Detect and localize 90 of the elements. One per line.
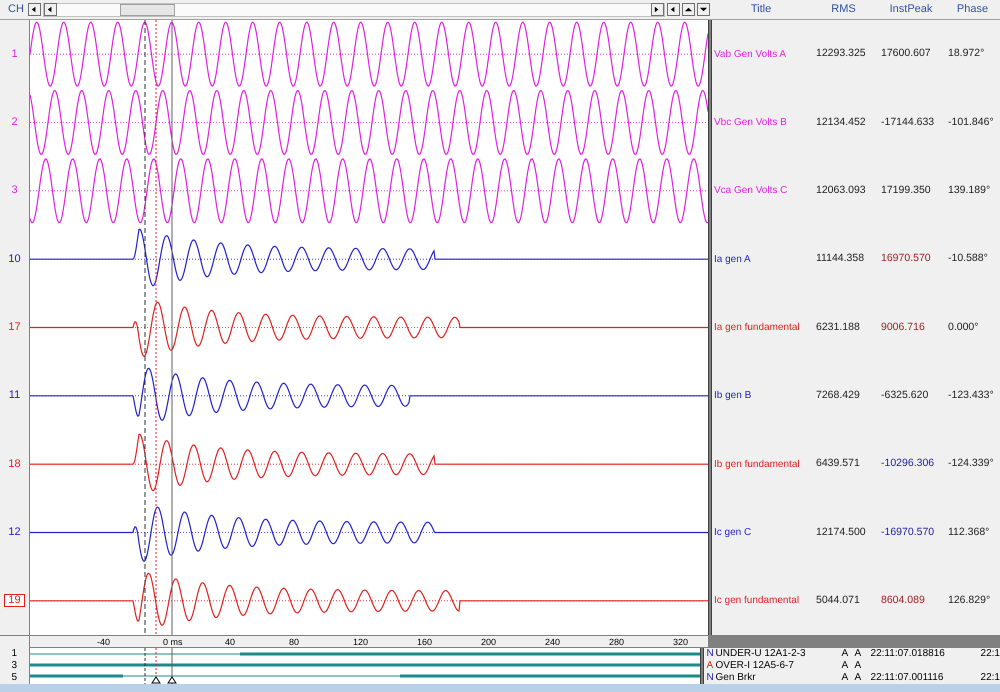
axis-label: 120 [353,636,368,648]
scroll-left-button[interactable] [667,3,680,16]
axis-label: 200 [481,636,496,648]
scroll-right-button[interactable] [651,3,664,16]
channel-title: Vab Gen Volts A [713,48,788,62]
rms-value: 12293.325 [815,46,867,62]
state-value: A [842,649,850,659]
channel-number[interactable]: 18 [8,458,21,470]
scrollbar-thumb[interactable] [120,4,175,16]
channel-number[interactable]: 12 [8,526,21,538]
flag-label: N [706,673,715,683]
peak-value: 16970.570 [880,251,932,266]
state-value: A [842,673,850,683]
scroll-left-button[interactable] [44,3,57,16]
channel-title: Ia gen fundamental [713,320,801,335]
digital-channel-name: OVER-I 12A5-6-7 [716,661,795,671]
phase-value: -124.339° [947,456,995,472]
timestamp: 22:11:07.018816 [870,649,946,659]
channel-number[interactable]: 17 [8,322,21,333]
axis-label: 240 [545,636,560,648]
rms-value: 7268.429 [815,388,861,403]
peak-value: 17199.350 [880,182,932,198]
axis-label: 80 [289,636,300,648]
phase-value: 126.829° [947,592,992,608]
rms-value: 12174.500 [815,524,867,540]
column-header[interactable]: Phase [945,1,1000,18]
flag-label: N [706,649,715,659]
axis-label: 320 [673,636,688,648]
state-value: A [854,649,862,659]
state-value: A [854,661,862,671]
channel-number[interactable]: 11 [8,390,20,402]
column-header[interactable]: Title [712,1,810,18]
rms-value: 6439.571 [815,456,861,472]
channel-title: Ib gen fundamental [713,458,801,472]
column-header[interactable]: InstPeak [877,1,945,18]
channel-title: Ic gen C [713,526,752,540]
digital-channel-name: UNDER-U 12A1-2-3 [716,649,807,659]
arrow-up-icon [684,5,693,14]
channel-number[interactable]: 1 [11,48,18,60]
scroll-down-button[interactable] [697,3,710,16]
digital-channel-number[interactable]: 3 [0,660,29,672]
peak-value: -6325.620 [880,388,930,403]
column-header[interactable]: RMS [810,1,877,18]
peak-value: 9006.716 [880,320,926,335]
state-value: A [842,661,850,671]
phase-value: 18.972° [947,46,986,62]
scroll-up-button[interactable] [682,3,695,16]
channel-number[interactable]: 3 [11,185,18,196]
arrow-down-icon [699,5,708,14]
phase-value: -10.588° [947,251,989,266]
peak-value: 17600.607 [880,46,932,62]
axis-label: 280 [609,636,624,648]
channel-number[interactable]: 2 [11,116,18,128]
channel-title: Vbc Gen Volts B [713,116,788,130]
rms-value: 5044.071 [815,592,861,608]
peak-value: -10296.306 [880,456,936,472]
timestamp: 22:11:07.001116 [870,673,944,683]
peak-value: -16970.570 [880,524,936,540]
rms-value: 6231.188 [815,320,861,335]
timestamp: 22:1 [980,673,1000,683]
digital-channel-number[interactable]: 1 [0,648,29,660]
channel-title: Ib gen B [713,389,752,404]
rms-value: 12063.093 [815,182,867,198]
phase-value: 139.189° [947,182,992,198]
timestamp: 22:1 [980,649,1000,659]
scroll-left-button[interactable] [28,3,41,16]
axis-label: 160 [417,636,432,648]
flag-label: A [706,661,714,671]
axis-label: 0 ms [163,636,183,648]
peak-value: -17144.633 [880,114,936,130]
rms-value: 11144.358 [815,251,866,266]
horizontal-scrollbar[interactable] [43,2,665,16]
axis-label: -40 [97,636,110,648]
channel-title: Ic gen fundamental [713,594,800,608]
channel-number[interactable]: 19 [4,594,25,608]
phase-value: -101.846° [947,114,995,130]
rms-value: 12134.452 [815,114,867,130]
digital-channel-name: Gen Brkr [716,673,757,683]
peak-value: 8604.089 [880,592,926,608]
channel-title: Vca Gen Volts C [713,184,788,198]
state-value: A [854,673,862,683]
phase-value: 0.000° [947,320,980,335]
channel-label: CH [8,2,25,18]
digital-channel-number[interactable]: 5 [0,672,29,684]
phase-value: 112.368° [947,524,990,540]
phase-value: -123.433° [947,388,995,403]
cursor-line[interactable] [144,20,146,635]
channel-number[interactable]: 10 [8,254,21,265]
channel-title: Ia gen A [713,252,752,267]
axis-label: 40 [225,636,236,648]
